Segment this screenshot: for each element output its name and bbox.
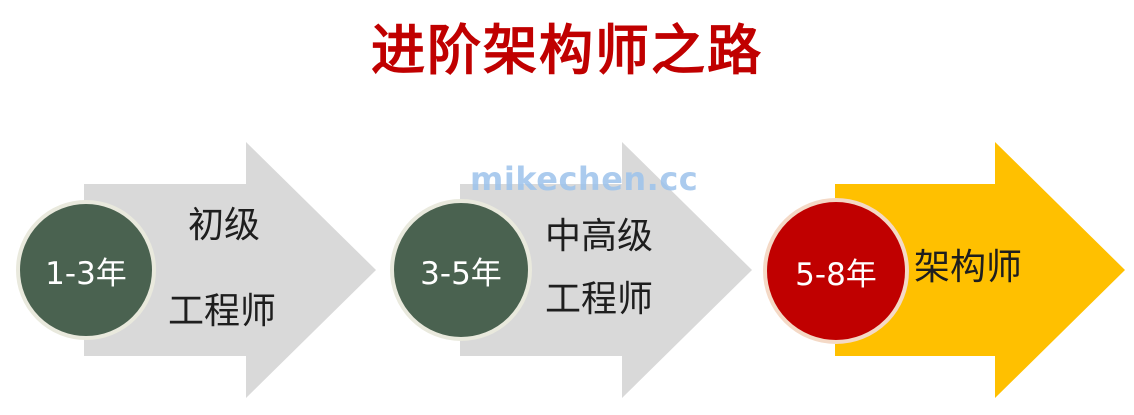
stage-3-years-badge: 5-8年 <box>763 198 909 344</box>
stage-3-label-line1: 架构师 <box>914 247 1023 288</box>
stage-2-label-line2: 工程师 <box>545 279 654 320</box>
page-title: 进阶架构师之路 <box>371 19 763 82</box>
stage-2-label-line1: 中高级 <box>545 216 654 257</box>
stage-2-years-badge: 3-5年 <box>390 199 532 341</box>
stage-1-label-line2: 工程师 <box>168 291 277 332</box>
stage-1-years-badge: 1-3年 <box>16 200 156 340</box>
stage-1-label-line1: 初级 <box>188 205 261 246</box>
watermark-text: mikechen.cc <box>470 160 699 198</box>
